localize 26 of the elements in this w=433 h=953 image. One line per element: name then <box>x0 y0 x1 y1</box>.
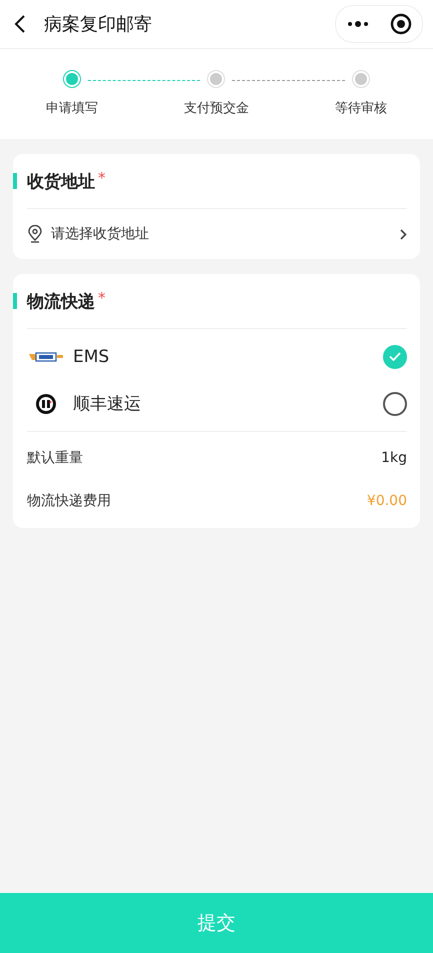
page-title: 病案复印邮寄 <box>44 13 153 36</box>
fee-value: ¥0.00 <box>366 492 407 508</box>
check-icon <box>389 352 401 361</box>
radio-button[interactable] <box>383 392 407 416</box>
required-mark: * <box>98 289 106 307</box>
section-marker <box>13 293 17 309</box>
step-label: 支付预交金 <box>184 100 249 117</box>
radio-button[interactable] <box>383 344 407 368</box>
fee-label: 物流快递费用 <box>27 492 111 510</box>
fee-value: 1kg <box>381 450 407 466</box>
step-label: 等待审核 <box>334 100 387 117</box>
section-marker <box>13 173 17 189</box>
section-title: 物流快递 <box>27 290 95 312</box>
back-icon[interactable] <box>14 14 26 34</box>
location-pin-icon <box>27 225 43 243</box>
ems-logo-icon <box>29 352 63 362</box>
more-icon[interactable] <box>346 21 368 27</box>
address-picker[interactable]: 请选择收货地址 <box>27 209 407 259</box>
fee-label: 默认重量 <box>27 448 83 466</box>
courier-option[interactable]: EMS <box>27 333 407 380</box>
step-label: 申请填写 <box>46 100 98 117</box>
section-title: 收货地址 <box>27 170 95 192</box>
required-mark: * <box>98 169 106 187</box>
chevron-right-icon <box>400 228 407 240</box>
courier-option[interactable]: 顺丰速运 <box>27 380 407 427</box>
sf-logo-icon <box>35 392 57 414</box>
